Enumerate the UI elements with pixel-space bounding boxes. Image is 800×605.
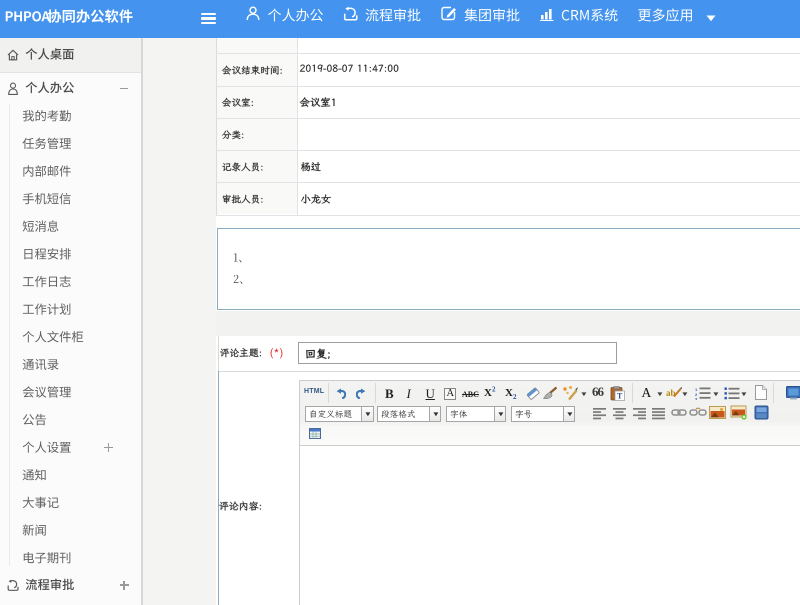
svg-text:3: 3 bbox=[695, 397, 698, 401]
svg-text:T: T bbox=[617, 392, 623, 401]
